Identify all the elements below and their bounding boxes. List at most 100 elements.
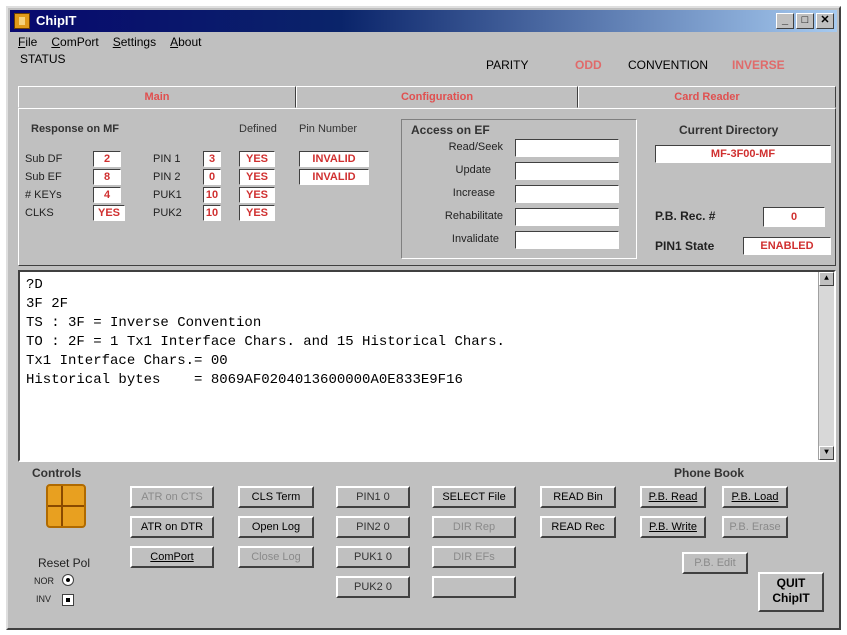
defined-header: Defined <box>239 123 277 135</box>
reset-pol-label: Reset Pol <box>38 556 91 570</box>
main-panel: Response on MF Sub DF 2 Sub EF 8 # KEYs … <box>18 108 836 266</box>
sub-ef-label: Sub EF <box>25 171 62 183</box>
controls-panel: Controls Reset Pol NOR INV ATR on CTS AT… <box>18 464 836 624</box>
sub-df-label: Sub DF <box>25 153 63 165</box>
convention-value: INVERSE <box>732 58 785 72</box>
console-line: 3F 2F <box>26 296 69 312</box>
tab-strip: Main Configuration Card Reader <box>18 86 836 110</box>
pin1-state-value: ENABLED <box>743 237 831 255</box>
inv-label: INV <box>36 594 52 604</box>
pin1-count: 3 <box>203 151 221 167</box>
pb-rec-label: P.B. Rec. # <box>655 209 716 223</box>
tab-card-reader[interactable]: Card Reader <box>578 86 836 108</box>
clks-value: YES <box>93 205 125 221</box>
tab-main[interactable]: Main <box>18 86 296 108</box>
rehabilitate-field <box>515 208 619 226</box>
keys-label: # KEYs <box>25 189 62 201</box>
rehabilitate-label: Rehabilitate <box>444 210 503 222</box>
minimize-button[interactable]: _ <box>776 13 794 29</box>
nor-label: NOR <box>34 576 54 586</box>
pin2-defined: YES <box>239 169 275 185</box>
increase-label: Increase <box>452 187 495 199</box>
maximize-button[interactable]: □ <box>796 13 814 29</box>
parity-value: ODD <box>575 58 602 72</box>
pin2-count: 0 <box>203 169 221 185</box>
puk2-count: 10 <box>203 205 221 221</box>
pin1-state-label: PIN1 State <box>655 239 715 253</box>
atr-on-dtr-button[interactable]: ATR on DTR <box>130 516 214 538</box>
console-line: ?D <box>26 277 43 293</box>
tab-configuration[interactable]: Configuration <box>296 86 578 108</box>
menu-bar: File ComPort Settings About <box>18 35 201 49</box>
console-line: TO : 2F = 1 Tx1 Interface Chars. and 15 … <box>26 334 505 350</box>
pin1-number: INVALID <box>299 151 369 167</box>
pin1-button[interactable]: PIN1 0 <box>336 486 410 508</box>
response-title: Response on MF <box>31 123 120 135</box>
pb-load-button[interactable]: P.B. Load <box>722 486 788 508</box>
puk1-count: 10 <box>203 187 221 203</box>
close-log-button[interactable]: Close Log <box>238 546 314 568</box>
console-scrollbar[interactable]: ▲ ▼ <box>818 272 834 460</box>
inv-checkbox[interactable] <box>62 594 74 606</box>
select-file-button[interactable]: SELECT File <box>432 486 516 508</box>
phone-book-title: Phone Book <box>674 466 745 480</box>
parity-label: PARITY <box>486 58 529 72</box>
dir-rep-button[interactable]: DIR Rep <box>432 516 516 538</box>
pb-edit-button[interactable]: P.B. Edit <box>682 552 748 574</box>
quit-chipit-button[interactable]: QUIT ChipIT <box>758 572 824 612</box>
pb-rec-value: 0 <box>763 207 825 227</box>
invalidate-label: Invalidate <box>451 233 499 245</box>
console-line: TS : 3F = Inverse Convention <box>26 315 262 331</box>
console-line: Historical bytes = 8069AF0204013600000A0… <box>26 372 463 388</box>
title-bar[interactable]: ChipIT _ □ ✕ <box>10 10 837 32</box>
controls-title: Controls <box>32 466 82 480</box>
menu-settings[interactable]: Settings <box>113 35 156 49</box>
pb-write-button[interactable]: P.B. Write <box>640 516 706 538</box>
puk1-defined: YES <box>239 187 275 203</box>
status-label: STATUS <box>20 52 66 66</box>
update-label: Update <box>455 164 491 176</box>
pin2-number: INVALID <box>299 169 369 185</box>
puk2-button[interactable]: PUK2 0 <box>336 576 410 598</box>
pin2-label: PIN 2 <box>153 171 181 183</box>
menu-file[interactable]: File <box>18 35 37 49</box>
invalidate-field <box>515 231 619 249</box>
console-line: Tx1 Interface Chars.= 00 <box>26 353 228 369</box>
pb-erase-button[interactable]: P.B. Erase <box>722 516 788 538</box>
pin1-defined: YES <box>239 151 275 167</box>
pin1-label: PIN 1 <box>153 153 181 165</box>
scroll-up-icon[interactable]: ▲ <box>819 272 834 286</box>
read-seek-label: Read/Seek <box>448 141 503 153</box>
update-field <box>515 162 619 180</box>
nor-radio[interactable] <box>62 574 74 586</box>
atr-on-cts-button[interactable]: ATR on CTS <box>130 486 214 508</box>
disabled-dir-button[interactable] <box>432 576 516 598</box>
puk2-defined: YES <box>239 205 275 221</box>
pin2-button[interactable]: PIN2 0 <box>336 516 410 538</box>
convention-label: CONVENTION <box>628 58 709 72</box>
read-bin-button[interactable]: READ Bin <box>540 486 616 508</box>
clks-label: CLKS <box>25 207 54 219</box>
scroll-down-icon[interactable]: ▼ <box>819 446 834 460</box>
menu-about[interactable]: About <box>170 35 201 49</box>
sub-ef-value: 8 <box>93 169 121 185</box>
keys-value: 4 <box>93 187 121 203</box>
menu-comport[interactable]: ComPort <box>51 35 98 49</box>
comport-button[interactable]: ComPort <box>130 546 214 568</box>
puk2-label: PUK2 <box>153 207 182 219</box>
quit-app-label: ChipIT <box>772 591 810 605</box>
cls-term-button[interactable]: CLS Term <box>238 486 314 508</box>
quit-label: QUIT <box>776 576 806 590</box>
read-rec-button[interactable]: READ Rec <box>540 516 616 538</box>
puk1-button[interactable]: PUK1 0 <box>336 546 410 568</box>
output-console[interactable]: ?D 3F 2F TS : 3F = Inverse Convention TO… <box>18 270 836 462</box>
close-button[interactable]: ✕ <box>816 13 834 29</box>
app-window: ChipIT _ □ ✕ File ComPort Settings About… <box>6 6 841 630</box>
pin-number-header: Pin Number <box>299 123 358 135</box>
smart-card-chip-icon <box>46 484 86 528</box>
pb-read-button[interactable]: P.B. Read <box>640 486 706 508</box>
window-title: ChipIT <box>36 13 77 28</box>
status-row: STATUS PARITY ODD CONVENTION INVERSE <box>20 52 827 72</box>
dir-efs-button[interactable]: DIR EFs <box>432 546 516 568</box>
open-log-button[interactable]: Open Log <box>238 516 314 538</box>
